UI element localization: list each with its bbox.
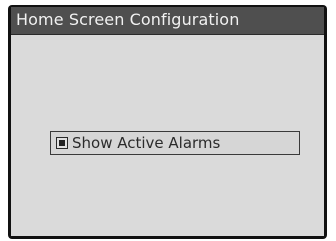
show-active-alarms-checkbox[interactable] [56, 137, 68, 149]
configuration-panel: Show Active Alarms [11, 35, 324, 236]
window-title: Home Screen Configuration [16, 10, 240, 29]
show-active-alarms-option[interactable]: Show Active Alarms [50, 131, 300, 155]
display-screen: Home Screen Configuration Show Active Al… [8, 5, 327, 239]
checkbox-checked-indicator [58, 139, 65, 146]
device-bezel: Home Screen Configuration Show Active Al… [0, 0, 336, 241]
title-bar: Home Screen Configuration [11, 7, 324, 35]
show-active-alarms-label: Show Active Alarms [72, 134, 221, 152]
